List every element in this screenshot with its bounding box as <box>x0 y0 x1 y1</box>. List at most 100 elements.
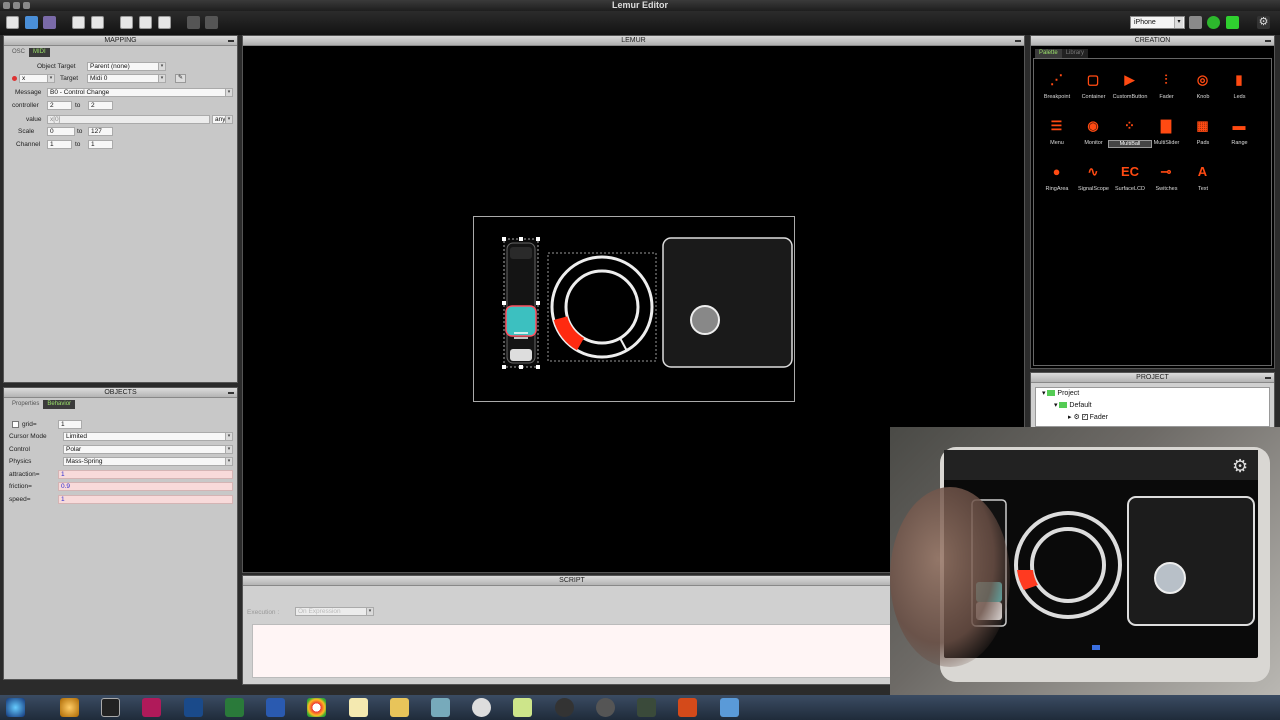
play-status-icon[interactable] <box>1226 16 1239 29</box>
scale-from-field[interactable]: 0 <box>47 127 75 136</box>
palette-item-ringarea[interactable]: ● RingArea <box>1039 163 1075 203</box>
minimize-icon[interactable] <box>1265 377 1271 379</box>
tab-palette[interactable]: Palette <box>1035 49 1062 58</box>
app-icon-1[interactable] <box>60 698 79 717</box>
grid-field[interactable]: 1 <box>58 420 82 429</box>
photoshop-icon[interactable] <box>184 698 203 717</box>
palette-item-leds[interactable]: ▮ Leds <box>1222 71 1258 111</box>
tab-behavior[interactable]: Behavior <box>43 400 76 409</box>
palette-item-text[interactable]: A Text <box>1185 163 1221 203</box>
palette-item-range[interactable]: ▬ Range <box>1222 117 1258 157</box>
speed-field[interactable]: 1 <box>58 495 233 504</box>
video-overlay: ⚙ <box>890 427 1280 695</box>
palette-item-switches[interactable]: ⊸ Switches <box>1149 163 1185 203</box>
controller-from-field[interactable]: 2 <box>47 101 72 110</box>
copy-icon[interactable] <box>120 16 133 29</box>
palette-item-fader[interactable]: ⫶ Fader <box>1149 71 1185 111</box>
app-icon-8[interactable] <box>596 698 615 717</box>
tree-item-fader[interactable]: ▸ ⚙ ✓ Fader <box>1068 413 1108 423</box>
value-expression-field[interactable]: x[0] <box>47 115 210 124</box>
palette-item-breakpoint[interactable]: ⋰ Breakpoint <box>1039 71 1075 111</box>
export-icon[interactable] <box>91 16 104 29</box>
palette-item-signalscope[interactable]: ∿ SignalScope <box>1076 163 1112 203</box>
app-icon-9[interactable] <box>637 698 656 717</box>
start-button-icon[interactable] <box>6 698 25 717</box>
palette-item-pads[interactable]: ▦ Pads <box>1185 117 1221 157</box>
variable-select[interactable]: x ▾ <box>19 74 55 83</box>
palette-item-surfacelcd[interactable]: EC SurfaceLCD <box>1112 163 1148 203</box>
interface-canvas[interactable] <box>473 216 795 402</box>
edit-target-icon[interactable]: ✎ <box>175 74 186 83</box>
control-select[interactable]: Polar ▾ <box>63 445 233 454</box>
canvas-widgets <box>502 237 793 369</box>
paste-icon[interactable] <box>158 16 171 29</box>
minimize-icon[interactable] <box>228 392 234 394</box>
redo-icon[interactable] <box>205 16 218 29</box>
creation-header: CREATION <box>1031 36 1274 46</box>
connection-icon[interactable] <box>1189 16 1202 29</box>
palette-item-menu[interactable]: ☰ Menu <box>1039 117 1075 157</box>
lemur-app-icon[interactable] <box>678 698 697 717</box>
tree-item-default[interactable]: ▾ Default <box>1054 401 1092 411</box>
palette-item-monitor[interactable]: ◉ Monitor <box>1076 117 1112 157</box>
settings-gear-icon[interactable]: ⚙ <box>1257 16 1270 29</box>
app-icon-7[interactable] <box>555 698 574 717</box>
folder-icon[interactable] <box>390 698 409 717</box>
tab-library[interactable]: Library <box>1061 49 1089 58</box>
fader-widget[interactable] <box>502 237 540 369</box>
channel-to-field[interactable]: 1 <box>88 140 113 149</box>
script-editor[interactable] <box>252 624 897 678</box>
controller-to-field[interactable]: 2 <box>88 101 113 110</box>
execution-select[interactable]: On Expression ▾ <box>295 607 374 616</box>
palette-item-multiball[interactable]: ⁘ MultiBall <box>1108 117 1152 157</box>
friction-field[interactable]: 0.9 <box>58 482 233 491</box>
multiball-ball[interactable] <box>690 305 720 335</box>
app-icon-6[interactable] <box>513 698 532 717</box>
execution-label: Execution : <box>247 609 280 616</box>
word-icon[interactable] <box>266 698 285 717</box>
sync-icon[interactable] <box>1207 16 1220 29</box>
palette-item-multislider[interactable]: ▇ MultiSlider <box>1149 117 1185 157</box>
message-select[interactable]: B0 - Control Change ▾ <box>47 88 233 97</box>
multiball-widget[interactable] <box>662 237 793 368</box>
app-icon-3[interactable] <box>349 698 368 717</box>
palette-item-container[interactable]: ▢ Container <box>1076 71 1112 111</box>
tab-osc[interactable]: OSC <box>8 48 29 57</box>
target-select[interactable]: Midi 0 ▾ <box>87 74 166 83</box>
indesign-icon[interactable] <box>142 698 161 717</box>
fader-handle[interactable] <box>505 305 537 337</box>
import-icon[interactable] <box>72 16 85 29</box>
scale-to-field[interactable]: 127 <box>88 127 113 136</box>
channel-from-field[interactable]: 1 <box>47 140 72 149</box>
attraction-field[interactable]: 1 <box>58 470 233 479</box>
undo-icon[interactable] <box>187 16 200 29</box>
minimize-icon[interactable] <box>1265 40 1271 42</box>
minimize-icon[interactable] <box>1015 40 1021 42</box>
palette-item-label: Range <box>1231 140 1248 146</box>
chrome-icon[interactable] <box>307 698 326 717</box>
tree-item-project[interactable]: ▾ Project <box>1042 389 1079 399</box>
tab-midi[interactable]: MIDI <box>29 48 50 57</box>
excel-icon[interactable] <box>225 698 244 717</box>
physics-select[interactable]: Mass-Spring ▾ <box>63 457 233 466</box>
cursor-mode-select[interactable]: Limited ▾ <box>63 432 233 441</box>
physics-label: Physics <box>9 458 32 465</box>
app-icon-10[interactable] <box>720 698 739 717</box>
minimize-icon[interactable] <box>228 40 234 42</box>
device-select[interactable]: iPhone ▾ <box>1130 16 1185 29</box>
cut-icon[interactable] <box>139 16 152 29</box>
open-folder-icon[interactable] <box>25 16 38 29</box>
tab-properties[interactable]: Properties <box>8 400 43 409</box>
app-icon-5[interactable] <box>472 698 491 717</box>
palette-item-knob[interactable]: ◎ Knob <box>1185 71 1221 111</box>
new-file-icon[interactable] <box>6 16 19 29</box>
app-icon-2[interactable] <box>101 698 120 717</box>
value-mode-select[interactable]: any ▾ <box>212 115 233 124</box>
device-select-value: iPhone <box>1134 19 1156 26</box>
save-icon[interactable] <box>43 16 56 29</box>
app-icon-4[interactable] <box>431 698 450 717</box>
grid-checkbox[interactable] <box>12 421 19 428</box>
object-target-select[interactable]: Parent (none) ▾ <box>87 62 166 71</box>
knob-widget[interactable] <box>547 252 657 362</box>
palette-item-custombutton[interactable]: ▶ CustomButton <box>1112 71 1148 111</box>
